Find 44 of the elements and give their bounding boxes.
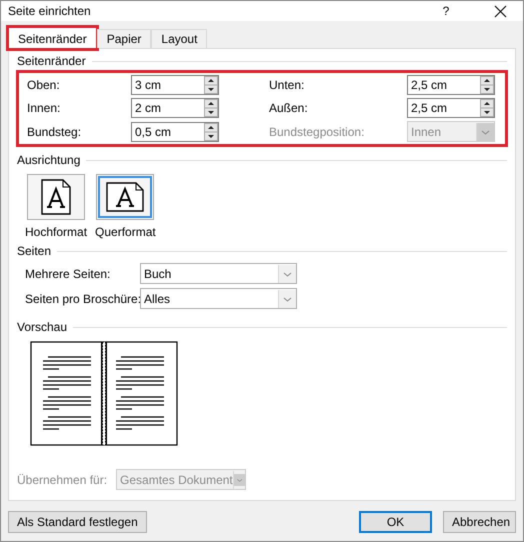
tab[interactable]: Seitenränder [8, 27, 97, 49]
orientation-button[interactable] [27, 174, 86, 220]
orientation-label: Querformat [95, 225, 156, 239]
field-label: Unten: [269, 78, 306, 92]
field-label: Innen: [27, 101, 62, 115]
field-label: Mehrere Seiten: [25, 266, 112, 280]
field-label: Übernehmen für: [17, 472, 108, 486]
window-title: Seite einrichten [8, 4, 92, 18]
spin-field[interactable]: 2 cm [131, 98, 219, 118]
spin-arrows-icon[interactable] [204, 76, 218, 94]
tab[interactable]: Layout [151, 29, 208, 48]
portrait-page-icon [41, 179, 72, 215]
section-title: Vorschau [17, 320, 68, 334]
caret-icon [278, 264, 296, 282]
orientation-button[interactable] [96, 174, 154, 220]
dialog-button[interactable]: Als Standard festlegen [8, 511, 147, 533]
dropdown-field[interactable]: Buch [140, 263, 297, 284]
help-button[interactable]: ? [438, 4, 454, 18]
spin-arrows-icon[interactable] [480, 99, 494, 117]
orientation-label: Hochformat [25, 225, 88, 239]
field-label: Außen: [269, 101, 309, 115]
dialog-button[interactable]: Abbrechen [443, 511, 516, 533]
spin-arrows-icon[interactable] [480, 76, 494, 94]
dropdown-field[interactable]: Alles [140, 288, 297, 309]
caret-icon [278, 290, 296, 308]
dialog-button[interactable]: OK [359, 511, 432, 533]
spin-arrows-icon[interactable] [204, 122, 218, 140]
section-title: Ausrichtung [17, 153, 80, 167]
close-icon[interactable] [494, 4, 507, 18]
spin-field[interactable]: 2,5 cm [407, 75, 495, 95]
field-label: Bundsteg: [27, 124, 82, 138]
spin-field[interactable]: 2,5 cm [407, 98, 495, 118]
caret-icon [476, 122, 494, 140]
section-title: Seiten [17, 244, 52, 258]
spin-field[interactable]: 3 cm [131, 75, 219, 95]
section-title: Seitenränder [17, 54, 86, 68]
caret-icon [232, 470, 246, 488]
spin-field[interactable]: 0,5 cm [131, 122, 219, 142]
field-label: Seiten pro Broschüre: [25, 292, 140, 306]
landscape-page-icon [106, 182, 144, 212]
spin-arrows-icon[interactable] [204, 99, 218, 117]
tab[interactable]: Papier [96, 29, 152, 48]
field-label: Bundstegposition: [269, 124, 366, 138]
field-label: Oben: [27, 78, 61, 92]
